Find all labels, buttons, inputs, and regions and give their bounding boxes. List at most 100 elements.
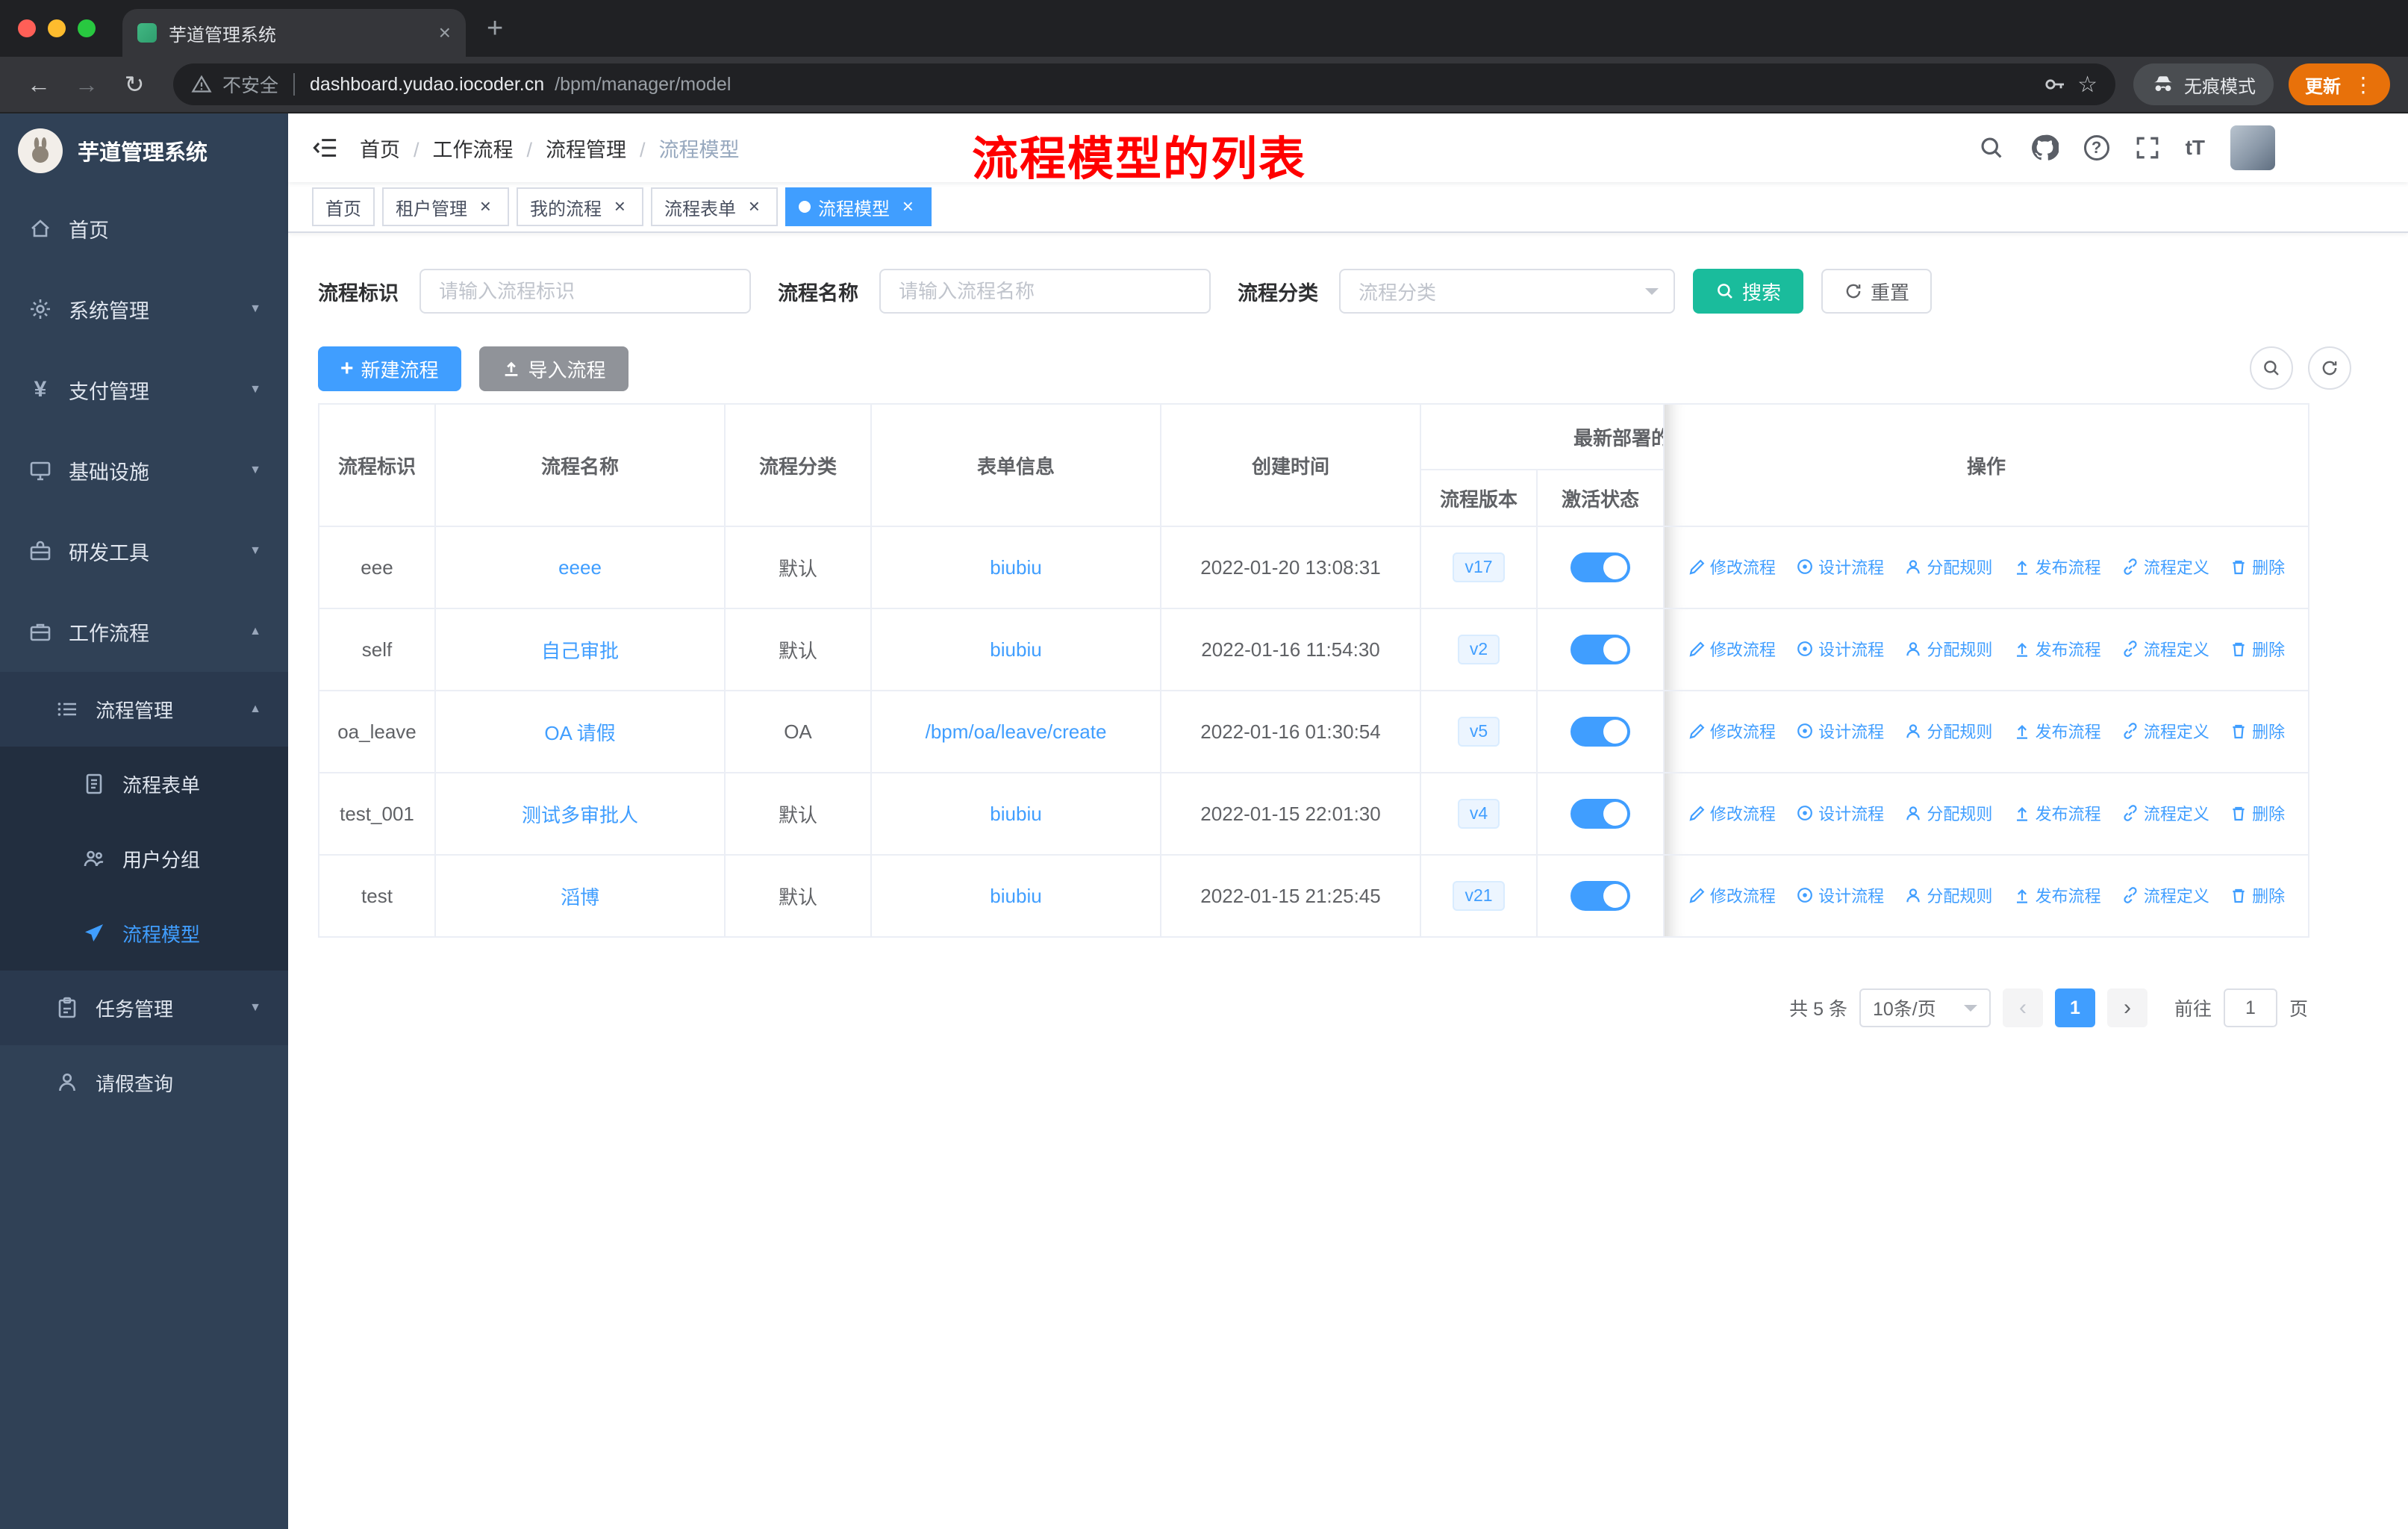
password-key-icon[interactable]	[2043, 72, 2067, 96]
assign-rule-link[interactable]: 分配规则	[1904, 801, 1992, 825]
reload-icon[interactable]: ↻	[113, 63, 155, 105]
form-info-link[interactable]: biubiu	[990, 638, 1041, 661]
security-label[interactable]: 不安全	[222, 71, 278, 98]
active-status-toggle[interactable]	[1570, 552, 1630, 582]
fullscreen-icon[interactable]	[2135, 135, 2160, 161]
page-size-select[interactable]: 10条/页	[1859, 988, 1991, 1027]
back-icon[interactable]: ←	[18, 63, 60, 105]
sidebar-item-user-group[interactable]: 用户分组	[0, 821, 288, 896]
publish-process-link[interactable]: 发布流程	[2013, 801, 2101, 825]
bookmark-star-icon[interactable]: ☆	[2077, 72, 2097, 98]
tag-close-icon[interactable]	[609, 196, 630, 217]
design-process-link[interactable]: 设计流程	[1796, 883, 1884, 907]
import-process-button[interactable]: 导入流程	[478, 346, 628, 391]
design-process-link[interactable]: 设计流程	[1796, 801, 1884, 825]
form-info-link[interactable]: biubiu	[990, 885, 1041, 907]
publish-process-link[interactable]: 发布流程	[2013, 637, 2101, 661]
sidebar-collapse-icon[interactable]	[312, 136, 337, 160]
hide-search-button[interactable]	[2250, 346, 2293, 390]
view-tag[interactable]: 流程表单	[651, 187, 778, 226]
active-status-toggle[interactable]	[1570, 881, 1630, 911]
help-icon[interactable]: ?	[2083, 135, 2109, 161]
form-info-link[interactable]: /bpm/oa/leave/create	[926, 720, 1107, 743]
publish-process-link[interactable]: 发布流程	[2013, 883, 2101, 907]
version-badge[interactable]: v4	[1457, 799, 1500, 829]
active-status-toggle[interactable]	[1570, 635, 1630, 664]
next-page-button[interactable]	[2106, 988, 2147, 1027]
modify-process-link[interactable]: 修改流程	[1688, 637, 1776, 661]
view-tag[interactable]: 流程模型	[785, 187, 932, 226]
process-key-input[interactable]	[419, 269, 751, 314]
app-logo-row[interactable]: 芋道管理系统	[0, 113, 288, 188]
assign-rule-link[interactable]: 分配规则	[1904, 555, 1992, 579]
view-tag[interactable]: 我的流程	[517, 187, 643, 226]
design-process-link[interactable]: 设计流程	[1796, 719, 1884, 743]
process-name-link[interactable]: OA 请假	[544, 722, 615, 744]
github-icon[interactable]	[2030, 134, 2059, 162]
version-badge[interactable]: v17	[1453, 552, 1505, 582]
font-size-icon[interactable]: tT	[2186, 136, 2205, 160]
address-bar[interactable]: 不安全 dashboard.yudao.iocoder.cn /bpm/mana…	[173, 63, 2115, 105]
browser-menu-icon[interactable]: ⋮	[2353, 72, 2374, 97]
tab-close-icon[interactable]: ×	[439, 22, 451, 43]
assign-rule-link[interactable]: 分配规则	[1904, 637, 1992, 661]
goto-page-input[interactable]	[2223, 988, 2277, 1027]
active-status-toggle[interactable]	[1570, 717, 1630, 747]
modify-process-link[interactable]: 修改流程	[1688, 555, 1776, 579]
sidebar-item-leave-query[interactable]: 请假查询	[0, 1045, 288, 1120]
new-tab-button[interactable]: +	[487, 13, 503, 45]
tag-close-icon[interactable]	[743, 196, 764, 217]
view-tag[interactable]: 首页	[312, 187, 375, 226]
version-badge[interactable]: v5	[1457, 717, 1500, 747]
process-definition-link[interactable]: 流程定义	[2121, 637, 2209, 661]
breadcrumb-item[interactable]: 首页	[360, 134, 433, 163]
process-category-select[interactable]: 流程分类	[1339, 269, 1675, 314]
refresh-table-button[interactable]	[2308, 346, 2351, 390]
create-process-button[interactable]: + 新建流程	[318, 346, 461, 391]
process-definition-link[interactable]: 流程定义	[2121, 801, 2209, 825]
modify-process-link[interactable]: 修改流程	[1688, 801, 1776, 825]
process-name-link[interactable]: 滔博	[561, 886, 599, 909]
sidebar-item-infra[interactable]: 基础设施	[0, 430, 288, 511]
delete-process-link[interactable]: 删除	[2230, 637, 2285, 661]
user-avatar[interactable]	[2230, 125, 2275, 170]
process-name-link[interactable]: 测试多审批人	[522, 804, 638, 826]
window-close-button[interactable]	[18, 19, 36, 37]
process-name-link[interactable]: 自己审批	[541, 640, 619, 662]
version-badge[interactable]: v21	[1453, 881, 1505, 911]
forward-icon[interactable]: →	[66, 63, 107, 105]
sidebar-item-process-management[interactable]: 流程管理	[0, 672, 288, 747]
search-icon[interactable]	[1978, 134, 2005, 161]
design-process-link[interactable]: 设计流程	[1796, 555, 1884, 579]
process-name-link[interactable]: eeee	[558, 556, 602, 579]
modify-process-link[interactable]: 修改流程	[1688, 719, 1776, 743]
sidebar-item-task-management[interactable]: 任务管理	[0, 971, 288, 1045]
form-info-link[interactable]: biubiu	[990, 803, 1041, 825]
sidebar-item-process-model[interactable]: 流程模型	[0, 896, 288, 971]
sidebar-item-workflow[interactable]: 工作流程	[0, 591, 288, 672]
sidebar-item-devtools[interactable]: 研发工具	[0, 511, 288, 591]
assign-rule-link[interactable]: 分配规则	[1904, 719, 1992, 743]
breadcrumb-item[interactable]: 流程管理	[546, 134, 659, 163]
process-definition-link[interactable]: 流程定义	[2121, 555, 2209, 579]
assign-rule-link[interactable]: 分配规则	[1904, 883, 1992, 907]
delete-process-link[interactable]: 删除	[2230, 883, 2285, 907]
delete-process-link[interactable]: 删除	[2230, 555, 2285, 579]
process-definition-link[interactable]: 流程定义	[2121, 883, 2209, 907]
delete-process-link[interactable]: 删除	[2230, 801, 2285, 825]
chrome-update-button[interactable]: 更新 ⋮	[2289, 63, 2390, 105]
window-zoom-button[interactable]	[78, 19, 96, 37]
form-info-link[interactable]: biubiu	[990, 556, 1041, 579]
prev-page-button[interactable]	[2002, 988, 2043, 1027]
delete-process-link[interactable]: 删除	[2230, 719, 2285, 743]
publish-process-link[interactable]: 发布流程	[2013, 555, 2101, 579]
version-badge[interactable]: v2	[1457, 635, 1500, 664]
view-tag[interactable]: 租户管理	[382, 187, 509, 226]
window-minimize-button[interactable]	[48, 19, 66, 37]
design-process-link[interactable]: 设计流程	[1796, 637, 1884, 661]
page-number-button[interactable]: 1	[2054, 988, 2095, 1027]
browser-tab[interactable]: 芋道管理系统 ×	[122, 9, 466, 57]
process-name-input[interactable]	[879, 269, 1211, 314]
publish-process-link[interactable]: 发布流程	[2013, 719, 2101, 743]
sidebar-item-process-form[interactable]: 流程表单	[0, 747, 288, 821]
